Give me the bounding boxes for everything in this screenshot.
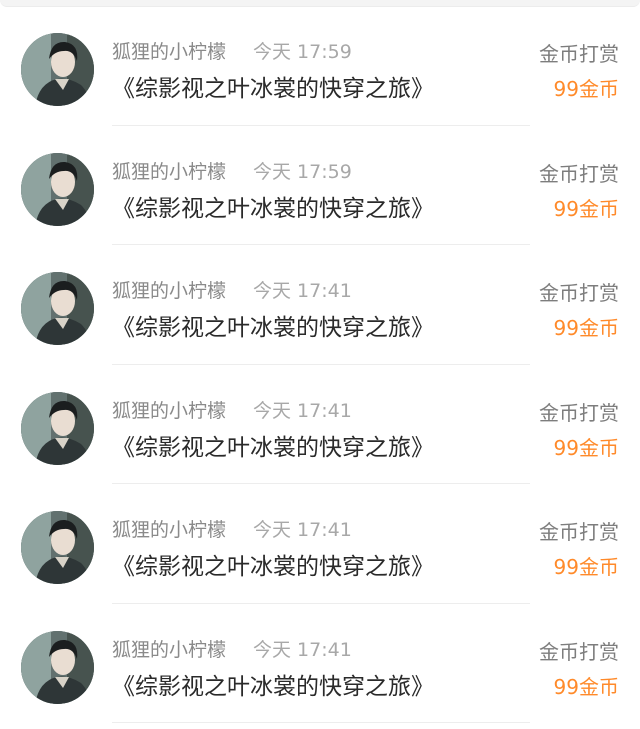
avatar-portrait-icon	[21, 272, 94, 345]
user-avatar[interactable]	[21, 391, 94, 465]
tip-amount: 99金币	[553, 196, 619, 221]
tip-type-label: 金币打赏	[539, 42, 619, 66]
username[interactable]: 狐狸的小柠檬	[112, 399, 226, 423]
timestamp: 今天 17:59	[253, 160, 352, 183]
avatar-portrait-icon	[21, 152, 94, 226]
tip-type-label: 金币打赏	[539, 520, 619, 544]
tip-record-row[interactable]: 狐狸的小柠檬 今天 17:59 《综影视之叶冰裳的快穿之旅》 金币打赏 99金币	[0, 6, 640, 126]
book-title[interactable]: 《综影视之叶冰裳的快穿之旅》	[112, 671, 434, 703]
timestamp: 今天 17:41	[253, 519, 352, 541]
tip-amount: 99金币	[553, 674, 619, 699]
timestamp: 今天 17:41	[253, 638, 352, 661]
tip-amount: 99金币	[553, 435, 619, 460]
username[interactable]: 狐狸的小柠檬	[112, 279, 226, 303]
book-title[interactable]: 《综影视之叶冰裳的快穿之旅》	[112, 73, 434, 105]
tip-record-row[interactable]: 狐狸的小柠檬 今天 17:41 《综影视之叶冰裳的快穿之旅》 金币打赏 99金币	[0, 604, 640, 723]
username[interactable]: 狐狸的小柠檬	[112, 518, 226, 542]
book-title[interactable]: 《综影视之叶冰裳的快穿之旅》	[112, 193, 434, 225]
tip-amount: 99金币	[553, 316, 619, 340]
tip-record-row[interactable]: 狐狸的小柠檬 今天 17:41 《综影视之叶冰裳的快穿之旅》 金币打赏 99金币	[0, 245, 640, 365]
book-title[interactable]: 《综影视之叶冰裳的快穿之旅》	[112, 551, 434, 583]
timestamp: 今天 17:41	[253, 399, 352, 422]
tip-type-label: 金币打赏	[539, 161, 619, 186]
avatar-portrait-icon	[21, 511, 94, 584]
timestamp: 今天 17:41	[253, 280, 352, 302]
username[interactable]: 狐狸的小柠檬	[112, 638, 226, 662]
timestamp: 今天 17:59	[253, 41, 352, 63]
tip-record-row[interactable]: 狐狸的小柠檬 今天 17:59 《综影视之叶冰裳的快穿之旅》 金币打赏 99金币	[0, 126, 640, 245]
tip-amount: 99金币	[553, 77, 619, 101]
user-avatar[interactable]	[21, 511, 94, 584]
user-avatar[interactable]	[21, 272, 94, 345]
tip-type-label: 金币打赏	[539, 400, 619, 425]
avatar-portrait-icon	[21, 33, 94, 106]
user-avatar[interactable]	[21, 630, 94, 704]
avatar-portrait-icon	[21, 391, 94, 465]
tip-record-row[interactable]: 狐狸的小柠檬 今天 17:41 《综影视之叶冰裳的快穿之旅》 金币打赏 99金币	[0, 484, 640, 604]
book-title[interactable]: 《综影视之叶冰裳的快穿之旅》	[112, 312, 434, 344]
user-avatar[interactable]	[21, 33, 94, 106]
username[interactable]: 狐狸的小柠檬	[112, 160, 226, 184]
tip-amount: 99金币	[553, 555, 619, 579]
username[interactable]: 狐狸的小柠檬	[112, 40, 226, 64]
book-title[interactable]: 《综影视之叶冰裳的快穿之旅》	[112, 432, 434, 464]
avatar-portrait-icon	[21, 630, 94, 704]
tip-type-label: 金币打赏	[539, 639, 619, 664]
tip-record-row[interactable]: 狐狸的小柠檬 今天 17:41 《综影视之叶冰裳的快穿之旅》 金币打赏 99金币	[0, 365, 640, 484]
row-divider	[112, 722, 530, 723]
user-avatar[interactable]	[21, 152, 94, 226]
tip-type-label: 金币打赏	[539, 281, 619, 305]
